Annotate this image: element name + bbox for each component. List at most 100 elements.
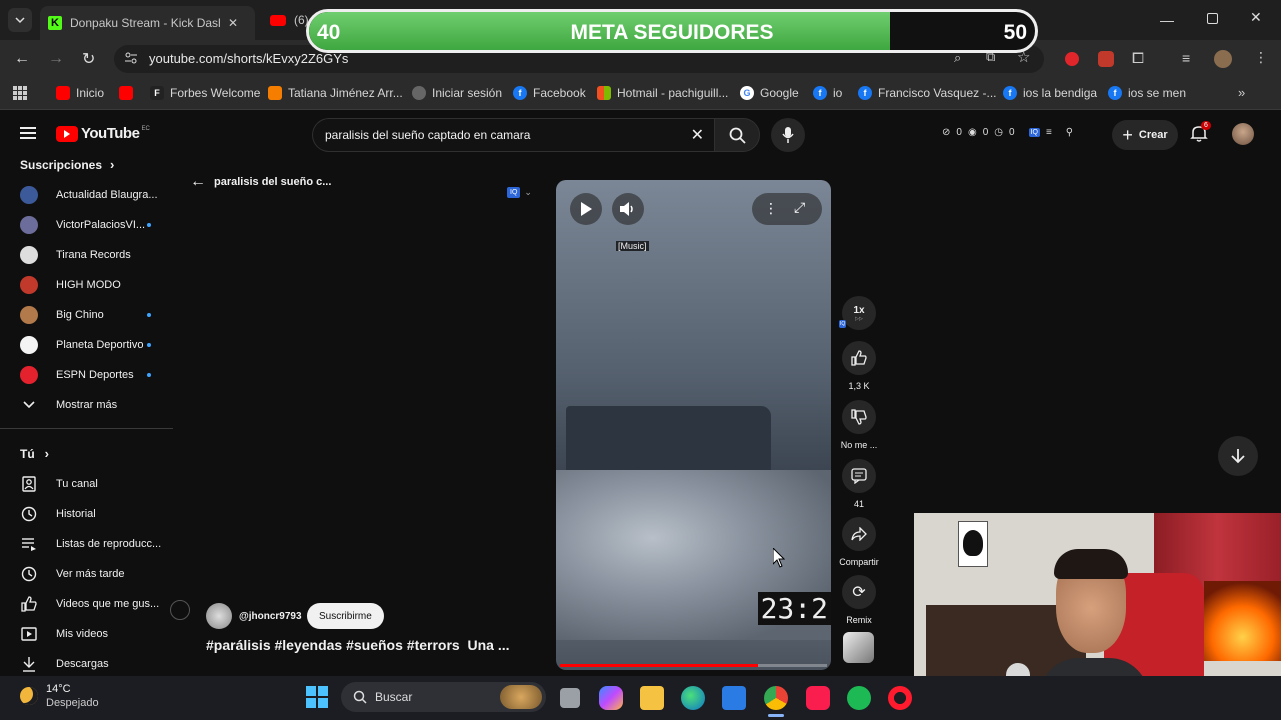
url-text[interactable]: youtube.com/shorts/kEvxy2Z6GYs: [149, 51, 348, 66]
browser-menu-icon[interactable]: ⋮: [1254, 49, 1268, 66]
show-more-button[interactable]: Mostrar más: [20, 394, 117, 416]
store-icon[interactable]: [722, 686, 746, 710]
subscribe-button[interactable]: Suscribirme: [307, 603, 384, 629]
subscription-item[interactable]: ESPN Deportes: [20, 364, 134, 386]
iq-extension-icon[interactable]: IQ: [1028, 128, 1040, 137]
subscription-item[interactable]: VictorPalaciosVI...: [20, 214, 145, 236]
site-info-icon[interactable]: [124, 51, 138, 65]
search-button[interactable]: [714, 118, 760, 152]
search-input[interactable]: paralisis del sueño captado en camara ✕: [312, 118, 714, 152]
bookmark-francisco[interactable]: f Francisco Vasquez -...: [858, 86, 997, 100]
spotify-icon[interactable]: [847, 686, 871, 710]
media-control-icon[interactable]: ≡: [1182, 50, 1190, 66]
guide-menu-icon[interactable]: [20, 127, 36, 139]
copilot-icon[interactable]: [599, 686, 623, 710]
moon-icon: [20, 687, 38, 705]
start-button[interactable]: [306, 686, 328, 708]
bookmark-hotmail[interactable]: Hotmail - pachiguill...: [597, 86, 728, 100]
volume-icon: [620, 202, 633, 216]
subscription-item[interactable]: Tirana Records: [20, 244, 131, 266]
apps-grid-icon[interactable]: [13, 86, 27, 100]
speed-button[interactable]: 1x ▷▷: [842, 296, 876, 330]
sound-thumbnail[interactable]: [843, 632, 874, 663]
short-video-player[interactable]: ⋮ ⤢ [Music] 23:2: [556, 180, 831, 670]
create-button[interactable]: + Crear: [1112, 120, 1178, 150]
forward-icon[interactable]: →: [48, 50, 64, 68]
subscriptions-header[interactable]: Suscripciones ›: [20, 157, 114, 172]
bookmark-iniciar-sesion[interactable]: Iniciar sesión: [412, 86, 502, 100]
weather-widget[interactable]: 14°C Despejado: [20, 682, 99, 710]
hashtags[interactable]: #parálisis #leyendas #sueños #terrors Un…: [206, 637, 509, 653]
chrome-icon[interactable]: [764, 686, 788, 710]
search-query[interactable]: paralisis del sueño captado en camara: [325, 128, 530, 142]
extensions-puzzle-icon[interactable]: ⧠: [1132, 50, 1144, 67]
logo-region: EC: [141, 125, 150, 132]
you-header[interactable]: Tú ›: [20, 446, 49, 461]
remix-button[interactable]: ⟳: [842, 575, 876, 609]
subscription-item[interactable]: HIGH MODO: [20, 274, 121, 296]
you-item[interactable]: Listas de reproducc...: [20, 533, 161, 555]
voice-search-button[interactable]: [771, 118, 805, 152]
youtube-logo[interactable]: YouTube EC: [56, 125, 150, 142]
you-item[interactable]: Tu canal: [20, 473, 98, 495]
channel-handle[interactable]: @jhoncr9793: [239, 611, 302, 622]
account-avatar[interactable]: [1232, 123, 1254, 145]
comment-count: 41: [853, 499, 864, 509]
reload-icon[interactable]: ↻: [82, 49, 95, 69]
person-icon[interactable]: ⚲: [1066, 127, 1073, 138]
extension-red-icon[interactable]: [1065, 52, 1079, 66]
list-icon[interactable]: ≡: [1046, 127, 1052, 138]
bookmark-youtube[interactable]: [119, 86, 139, 100]
you-item[interactable]: Descargas: [20, 653, 109, 675]
edge-icon[interactable]: [681, 686, 705, 710]
channel-avatar[interactable]: [206, 603, 232, 629]
bookmark-google[interactable]: G Google: [740, 86, 799, 100]
video-progress-track[interactable]: [560, 664, 827, 667]
taskbar-search[interactable]: Buscar: [341, 682, 546, 712]
bookmark-io[interactable]: f io: [813, 86, 842, 100]
you-item[interactable]: Videos que me gus...: [20, 593, 159, 615]
dislike-button[interactable]: [842, 400, 876, 434]
back-to-search[interactable]: ← paralisis del sueño c...: [190, 173, 331, 191]
forbes-icon: F: [150, 86, 164, 100]
subscription-item[interactable]: Big Chino: [20, 304, 104, 326]
minimize-button[interactable]: —: [1160, 12, 1176, 28]
share-button[interactable]: [842, 517, 876, 551]
bookmark-ios-se-men[interactable]: f ios se men: [1108, 86, 1186, 100]
volume-button[interactable]: [612, 193, 644, 225]
tab-search-dropdown-icon[interactable]: [8, 8, 32, 32]
opera-icon[interactable]: [888, 686, 912, 710]
next-short-button[interactable]: [1218, 436, 1258, 476]
clear-search-icon[interactable]: ✕: [691, 125, 704, 145]
tab-youtube[interactable]: (6): [262, 6, 312, 34]
back-icon[interactable]: ←: [14, 50, 30, 68]
task-view-icon[interactable]: [560, 688, 580, 708]
subscription-item[interactable]: Actualidad Blaugra...: [20, 184, 158, 206]
bookmark-tatiana[interactable]: Tatiana Jiménez Arr...: [268, 86, 403, 100]
you-item[interactable]: Ver más tarde: [20, 563, 124, 585]
close-window-button[interactable]: ✕: [1250, 9, 1262, 26]
iq-quality-icon[interactable]: IQ ⌄: [507, 187, 532, 198]
bookmark-inicio[interactable]: Inicio: [56, 86, 104, 100]
you-item[interactable]: Mis videos: [20, 623, 108, 645]
more-bookmarks-icon[interactable]: »: [1238, 85, 1245, 100]
file-explorer-icon[interactable]: [640, 686, 664, 710]
subscription-label: ESPN Deportes: [56, 369, 134, 381]
close-tab-icon[interactable]: ✕: [228, 16, 238, 30]
bookmark-facebook[interactable]: f Facebook: [513, 86, 586, 100]
bookmark-forbes[interactable]: F Forbes Welcome: [150, 86, 260, 100]
subscription-item[interactable]: Planeta Deportivo: [20, 334, 143, 356]
play-button[interactable]: [570, 193, 602, 225]
notifications-button[interactable]: 6: [1190, 121, 1212, 146]
opera-gx-icon[interactable]: [806, 686, 830, 710]
restore-button[interactable]: [1207, 13, 1218, 24]
bookmark-ios-la-bendiga[interactable]: f ios la bendiga: [1003, 86, 1097, 100]
like-button[interactable]: [842, 341, 876, 375]
comments-button[interactable]: [842, 459, 876, 493]
profile-avatar[interactable]: [1214, 50, 1232, 68]
you-item[interactable]: Historial: [20, 503, 96, 525]
extension-adblock-icon[interactable]: [1098, 51, 1114, 67]
tab-kick-dashboard[interactable]: K Donpaku Stream - Kick Dashbo ✕: [40, 6, 255, 40]
fullscreen-icon[interactable]: ⤢: [794, 199, 805, 216]
more-vert-icon[interactable]: ⋮: [764, 200, 778, 217]
